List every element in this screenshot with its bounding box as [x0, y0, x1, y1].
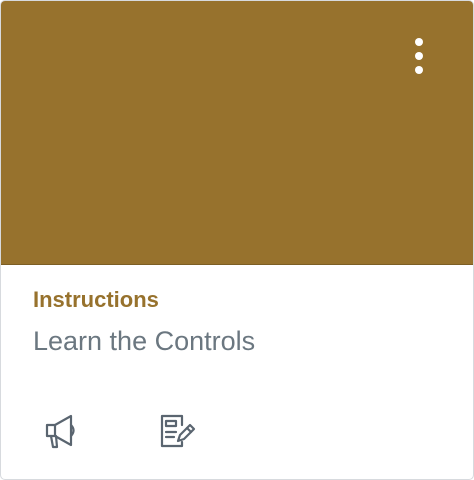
kebab-dot	[415, 38, 423, 46]
course-subtitle: Learn the Controls	[33, 326, 256, 356]
course-card-hero[interactable]	[1, 1, 473, 265]
course-card: Instructions Learn the Controls	[0, 0, 474, 480]
assignment-edit-icon	[160, 414, 196, 448]
course-title-link[interactable]: Instructions	[33, 287, 159, 313]
assignments-button[interactable]	[157, 411, 197, 451]
announcements-button[interactable]	[41, 411, 81, 451]
kebab-dot	[415, 52, 423, 60]
card-options-button[interactable]	[401, 31, 437, 83]
kebab-dot	[415, 66, 423, 74]
megaphone-icon	[45, 414, 75, 449]
